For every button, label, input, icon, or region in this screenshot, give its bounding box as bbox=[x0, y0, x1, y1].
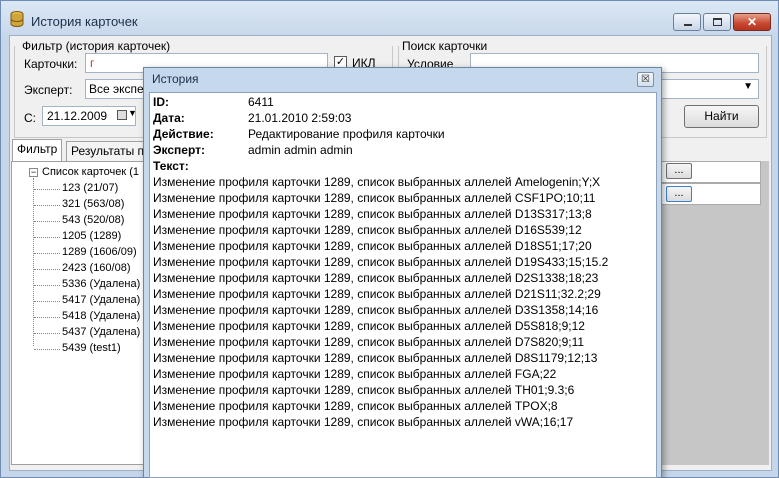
log-line: Изменение профиля карточки 1289, список … bbox=[153, 175, 601, 189]
log-line: Изменение профиля карточки 1289, список … bbox=[153, 351, 598, 365]
tree-guide bbox=[34, 349, 60, 350]
tree-item[interactable]: 5417 (Удалена) bbox=[62, 294, 140, 306]
card-tree[interactable]: − Список карточек (1 123 (21/07) 321 (563… bbox=[11, 161, 144, 465]
log-line: Изменение профиля карточки 1289, список … bbox=[153, 319, 585, 333]
tree-item[interactable]: 321 (563/08) bbox=[62, 198, 124, 210]
minimize-icon bbox=[684, 24, 692, 26]
field-value: Редактирование профиля карточки bbox=[248, 127, 445, 141]
maximize-icon bbox=[713, 18, 722, 26]
tree-item[interactable]: 1289 (1606/09) bbox=[62, 246, 137, 258]
tree-guide bbox=[34, 301, 60, 302]
log-line: Изменение профиля карточки 1289, список … bbox=[153, 335, 585, 349]
log-line: Изменение профиля карточки 1289, список … bbox=[153, 223, 582, 237]
find-button[interactable]: Найти bbox=[684, 105, 759, 128]
expert-select-value: Все экспер bbox=[89, 82, 151, 96]
tree-guide bbox=[34, 205, 60, 206]
field-label: Действие: bbox=[153, 127, 214, 141]
tree-guide bbox=[34, 221, 60, 222]
expert-select[interactable]: Все экспер bbox=[85, 79, 150, 99]
search-field-select[interactable]: ▼ bbox=[661, 79, 759, 99]
tree-item[interactable]: 1205 (1289) bbox=[62, 230, 121, 242]
tab-filter[interactable]: Фильтр bbox=[12, 139, 63, 161]
log-line: Изменение профиля карточки 1289, список … bbox=[153, 303, 599, 317]
field-value: 6411 bbox=[248, 95, 274, 109]
chevron-down-icon: ▼ bbox=[743, 81, 753, 92]
tree-guide bbox=[33, 178, 34, 346]
dialog-close-button[interactable]: ☒ bbox=[637, 72, 654, 87]
log-line: Изменение профиля карточки 1289, список … bbox=[153, 255, 609, 269]
tree-guide bbox=[34, 237, 60, 238]
field-label: ID: bbox=[153, 95, 169, 109]
log-line: Изменение профиля карточки 1289, список … bbox=[153, 399, 558, 413]
field-value: admin admin admin bbox=[248, 143, 353, 157]
close-icon: ✕ bbox=[746, 15, 758, 29]
database-icon bbox=[10, 11, 24, 27]
tree-item[interactable]: 2423 (160/08) bbox=[62, 262, 131, 274]
chevron-down-icon[interactable]: ▼ bbox=[128, 108, 137, 118]
dialog-text-area[interactable]: ID: 6411 Дата: 21.01.2010 2:59:03 Действие: Р… bbox=[149, 92, 657, 478]
minimize-button[interactable] bbox=[673, 13, 701, 31]
dialog-title: История bbox=[152, 72, 199, 86]
log-line: Изменение профиля карточки 1289, список … bbox=[153, 287, 601, 301]
tree-root[interactable]: Список карточек (1 bbox=[42, 166, 139, 178]
cards-input-value: г bbox=[90, 56, 95, 70]
log-line: Изменение профиля карточки 1289, список … bbox=[153, 271, 599, 285]
tree-item[interactable]: 5336 (Удалена) bbox=[62, 278, 140, 290]
tree-item[interactable]: 123 (21/07) bbox=[62, 182, 118, 194]
maximize-button[interactable] bbox=[703, 13, 731, 31]
cards-label: Карточки: bbox=[24, 57, 78, 71]
from-label: С: bbox=[24, 111, 36, 125]
log-line: Изменение профиля карточки 1289, список … bbox=[153, 367, 557, 381]
from-date-picker[interactable]: 21.12.2009 ▼ bbox=[42, 106, 137, 126]
tree-item[interactable]: 5437 (Удалена) bbox=[62, 326, 140, 338]
tree-item[interactable]: 5439 (test1) bbox=[62, 342, 121, 354]
field-label: Дата: bbox=[153, 111, 185, 125]
tree-collapse-icon[interactable]: − bbox=[29, 168, 38, 177]
tree-guide bbox=[34, 269, 60, 270]
log-line: Изменение профиля карточки 1289, список … bbox=[153, 383, 575, 397]
close-button[interactable]: ✕ bbox=[733, 13, 771, 31]
tree-guide bbox=[34, 285, 60, 286]
from-date-value: 21.12.2009 bbox=[47, 109, 108, 123]
tree-guide bbox=[34, 317, 60, 318]
log-line: Изменение профиля карточки 1289, список … bbox=[153, 415, 574, 429]
results-panel: ... ... bbox=[656, 161, 769, 465]
title-bar[interactable]: История карточек ✕ bbox=[1, 1, 778, 35]
tree-item[interactable]: 5418 (Удалена) bbox=[62, 310, 140, 322]
ellipsis-button[interactable]: ... bbox=[666, 186, 692, 202]
field-label: Текст: bbox=[153, 159, 189, 173]
calendar-icon[interactable] bbox=[117, 110, 127, 120]
tree-item[interactable]: 543 (520/08) bbox=[62, 214, 124, 226]
log-line: Изменение профиля карточки 1289, список … bbox=[153, 239, 592, 253]
log-line: Изменение профиля карточки 1289, список … bbox=[153, 207, 592, 221]
field-value: 21.01.2010 2:59:03 bbox=[248, 111, 352, 125]
log-line: Изменение профиля карточки 1289, список … bbox=[153, 191, 596, 205]
close-icon: ☒ bbox=[641, 74, 650, 85]
tree-guide bbox=[34, 189, 60, 190]
window-title: История карточек bbox=[31, 14, 138, 29]
field-label: Эксперт: bbox=[153, 143, 206, 157]
ellipsis-button[interactable]: ... bbox=[666, 163, 692, 179]
tree-guide bbox=[34, 333, 60, 334]
tree-guide bbox=[34, 253, 60, 254]
expert-label: Эксперт: bbox=[24, 83, 73, 97]
history-dialog: История ☒ ID: 6411 Дата: 21.01.2010 2:59:03… bbox=[143, 67, 662, 478]
